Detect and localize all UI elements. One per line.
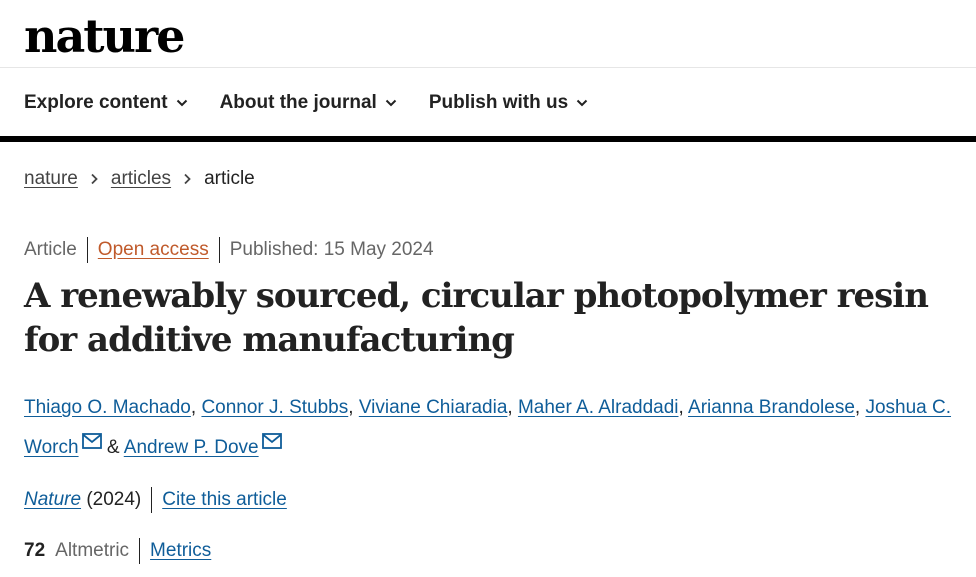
chevron-down-icon — [385, 99, 397, 107]
chevron-down-icon — [176, 99, 187, 107]
divider — [139, 538, 141, 564]
altmetric-score: 72 — [24, 540, 46, 561]
nav-about-the-journal[interactable]: About the journal — [220, 92, 397, 114]
author-separator: , — [348, 397, 354, 418]
publication-year: (2024) — [81, 489, 141, 511]
chevron-down-icon — [576, 99, 588, 107]
year-text: (2024) — [86, 489, 142, 510]
article-type: Article — [24, 239, 77, 260]
divider — [151, 487, 153, 513]
cite-this-article-link[interactable]: Cite this article — [162, 489, 287, 511]
chevron-right-icon — [184, 173, 191, 185]
article-meta: Article Open access Published: 15 May 20… — [24, 237, 434, 263]
breadcrumb-current: article — [204, 168, 255, 189]
author-and: & — [106, 437, 120, 458]
chevron-right-icon — [91, 173, 98, 185]
header-divider — [0, 67, 976, 68]
mail-icon[interactable] — [261, 433, 282, 449]
breadcrumb: nature articles article — [24, 168, 255, 190]
author-link[interactable]: Arianna Brandolese — [688, 397, 855, 418]
author-separator: , — [507, 397, 513, 418]
published-date: Published: 15 May 2024 — [229, 239, 434, 260]
nav-publish-with-us[interactable]: Publish with us — [429, 92, 588, 114]
divider — [86, 237, 88, 263]
breadcrumb-link-articles[interactable]: articles — [111, 168, 171, 190]
journal-link[interactable]: Nature — [24, 489, 81, 511]
author-link[interactable]: Viviane Chiaradia — [359, 397, 508, 418]
author-link[interactable]: Maher A. Alraddadi — [518, 397, 679, 418]
open-access-link[interactable]: Open access — [98, 239, 209, 261]
nav-label: About the journal — [219, 92, 377, 113]
breadcrumb-link-nature[interactable]: nature — [24, 168, 78, 190]
author-link[interactable]: Connor J. Stubbs — [201, 397, 348, 418]
article-title: A renewably sourced, circular photopolym… — [24, 276, 929, 360]
divider — [218, 237, 220, 263]
author-separator: , — [854, 397, 861, 418]
nav-bottom-border — [0, 136, 976, 142]
nature-logo[interactable]: nature — [24, 6, 185, 66]
article-metrics: 72 Altmetric Metrics — [24, 538, 211, 564]
nav-label: Publish with us — [428, 92, 569, 113]
citation-line: Nature (2024) Cite this article — [24, 487, 287, 513]
nav-label: Explore content — [24, 92, 168, 113]
metrics-link[interactable]: Metrics — [150, 540, 211, 562]
mail-icon[interactable] — [81, 433, 102, 449]
author-list: Thiago O. Machado, Connor J. Stubbs, Viv… — [24, 388, 959, 468]
author-link[interactable]: Thiago O. Machado — [24, 397, 191, 418]
author-separator: , — [678, 397, 684, 418]
nav-explore-content[interactable]: Explore content — [24, 92, 188, 114]
author-link[interactable]: Andrew P. Dove — [124, 437, 259, 458]
main-nav: Explore content About the journal Publis… — [24, 86, 620, 120]
author-separator: , — [190, 397, 197, 418]
altmetric-label: Altmetric — [55, 540, 130, 561]
